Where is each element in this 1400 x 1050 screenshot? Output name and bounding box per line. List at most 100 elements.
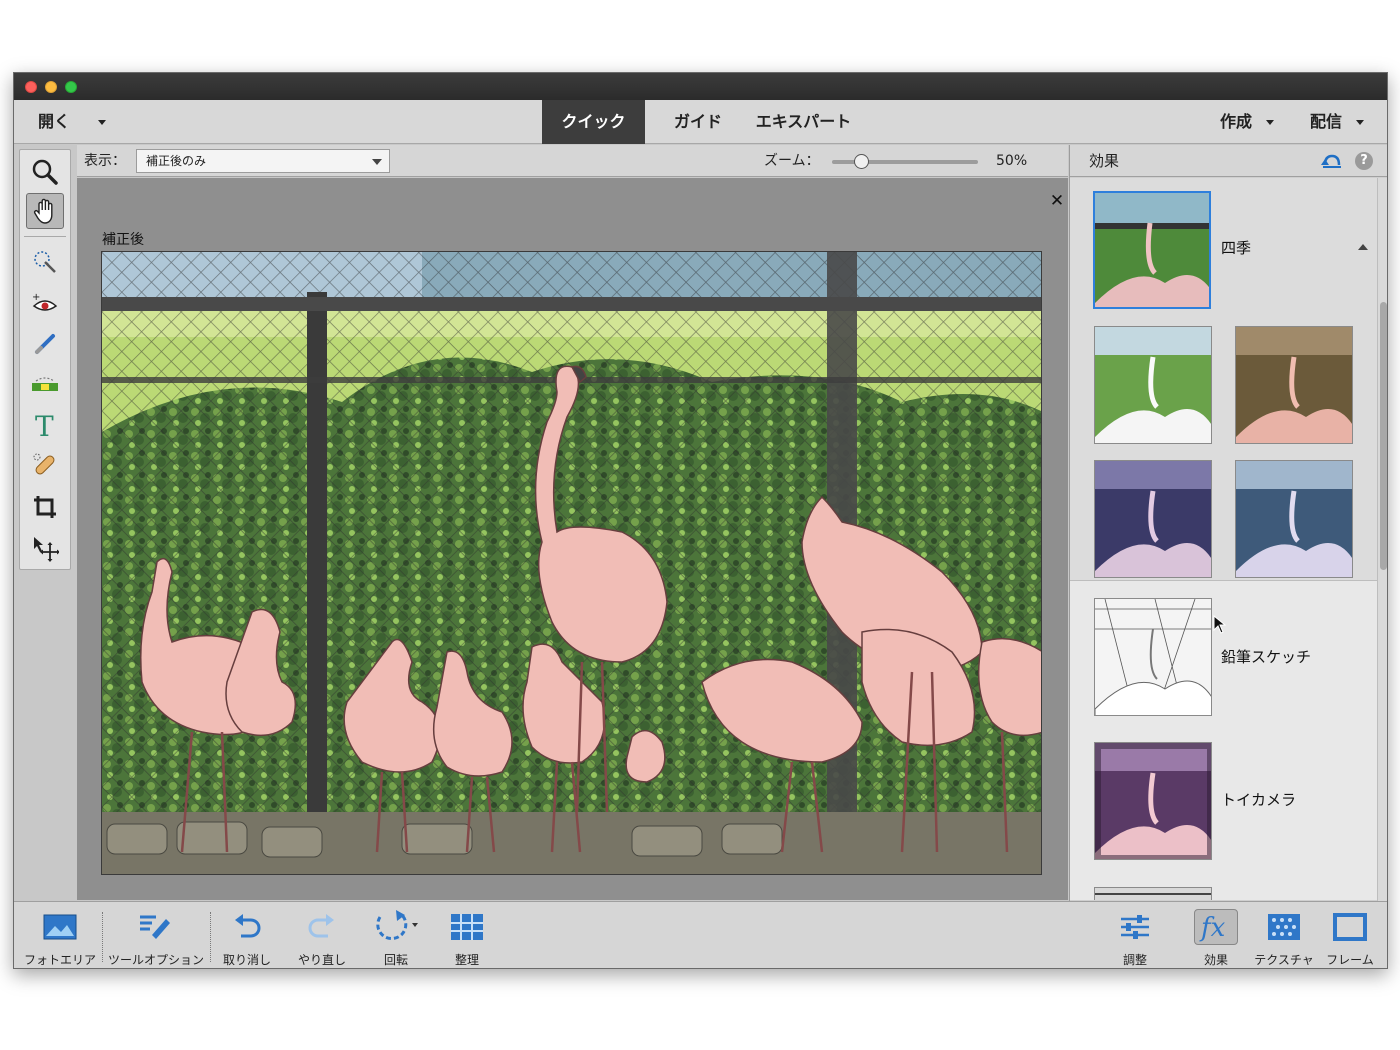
organize-button[interactable]: 整理 xyxy=(438,902,496,969)
rotate-icon xyxy=(372,909,420,945)
image-canvas: ✕ 補正後 xyxy=(77,178,1068,900)
effect-preview-image xyxy=(1236,461,1353,578)
app-window: 開く クイック ガイド エキスパート 作成 配信 + xyxy=(13,72,1388,969)
rotate-button[interactable]: 回転 xyxy=(364,902,428,969)
photo-bin-icon xyxy=(43,909,77,945)
title-bar xyxy=(14,73,1387,100)
photo-area-button[interactable]: フォトエリア xyxy=(18,902,102,969)
undo-button[interactable]: 取り消し xyxy=(214,902,280,969)
reset-icon[interactable] xyxy=(1321,153,1343,169)
share-menu-label: 配信 xyxy=(1310,112,1342,131)
textures-button[interactable]: テクスチャ xyxy=(1248,902,1320,969)
flamingo-sketch-image xyxy=(102,252,1042,875)
create-menu[interactable]: 作成 xyxy=(1220,100,1274,144)
effect-preview-image xyxy=(1095,193,1211,309)
view-label: 表示： xyxy=(84,145,126,177)
text-tool[interactable]: T xyxy=(26,407,64,443)
effect-group-seasons: 四季 xyxy=(1070,178,1378,580)
hand-tool[interactable] xyxy=(26,193,64,229)
collapse-chevron-icon[interactable] xyxy=(1358,244,1368,250)
effect-preview-image xyxy=(1236,327,1353,444)
effect-thumb-seasons-selected[interactable] xyxy=(1093,191,1211,309)
tab-guide[interactable]: ガイド xyxy=(658,100,738,144)
effect-name-pencil-sketch: 鉛筆スケッチ xyxy=(1221,646,1311,667)
effect-preview-image xyxy=(1095,327,1212,444)
sliders-icon xyxy=(1119,909,1151,945)
chevron-down-icon xyxy=(1356,120,1364,125)
organize-grid-icon xyxy=(450,909,484,945)
effects-scrollbar[interactable] xyxy=(1377,178,1388,901)
redo-icon xyxy=(306,909,338,945)
close-icon[interactable]: ✕ xyxy=(1048,192,1066,210)
after-view-label: 補正後 xyxy=(102,229,144,249)
redo-label: やり直し xyxy=(298,951,346,968)
chevron-down-icon xyxy=(372,159,382,165)
effects-button[interactable]: fx 効果 xyxy=(1190,902,1242,969)
effect-thumb-seasons-3[interactable] xyxy=(1094,460,1212,578)
frames-label: フレーム xyxy=(1326,951,1374,968)
move-tool[interactable] xyxy=(26,530,64,566)
spot-healing-tool[interactable] xyxy=(26,447,64,483)
magnifier-icon xyxy=(31,158,59,186)
open-menu[interactable]: 開く xyxy=(38,100,106,144)
rotate-label: 回転 xyxy=(384,951,408,968)
tab-quick[interactable]: クイック xyxy=(542,100,645,144)
chevron-down-icon xyxy=(98,120,106,125)
tool-divider xyxy=(24,236,66,237)
straighten-tool[interactable] xyxy=(26,367,64,403)
effects-panel-title: 効果 xyxy=(1089,145,1119,177)
whiten-teeth-tool[interactable] xyxy=(26,326,64,362)
zoom-tool[interactable] xyxy=(26,154,64,190)
minimize-window-button[interactable] xyxy=(45,81,57,93)
taskbar-divider xyxy=(210,912,211,962)
effect-preview-image xyxy=(1095,888,1212,900)
svg-text:+: + xyxy=(32,292,40,303)
redo-button[interactable]: やり直し xyxy=(289,902,355,969)
close-window-button[interactable] xyxy=(25,81,37,93)
share-menu[interactable]: 配信 xyxy=(1310,100,1364,144)
bottom-taskbar: フォトエリア ツールオプション 取り消し やり直し 回転 整理 調整 xyxy=(14,901,1387,969)
effect-group-others: 鉛筆スケッチ トイカメラ xyxy=(1070,580,1378,900)
effect-preview-image xyxy=(1095,599,1212,716)
organize-label: 整理 xyxy=(455,951,479,968)
texture-icon xyxy=(1267,909,1301,945)
type-icon: T xyxy=(32,411,58,439)
tool-options-label: ツールオプション xyxy=(108,951,204,968)
effect-name-seasons: 四季 xyxy=(1221,237,1251,258)
effects-label: 効果 xyxy=(1204,951,1228,968)
view-select-value: 補正後のみ xyxy=(146,154,206,168)
effects-list: 四季 鉛筆スケッチ xyxy=(1070,178,1378,900)
hand-icon xyxy=(32,197,58,225)
effect-thumb-seasons-2[interactable] xyxy=(1235,326,1353,444)
help-icon[interactable]: ? xyxy=(1355,152,1373,170)
photo-area-label: フォトエリア xyxy=(24,951,96,968)
zoom-window-button[interactable] xyxy=(65,81,77,93)
move-icon xyxy=(31,534,59,562)
svg-text:T: T xyxy=(35,411,54,439)
edited-photo[interactable] xyxy=(101,251,1042,875)
tool-options-button[interactable]: ツールオプション xyxy=(102,902,210,969)
quick-selection-tool[interactable] xyxy=(26,244,64,280)
effect-thumb-seasons-4[interactable] xyxy=(1235,460,1353,578)
effects-scrollbar-thumb[interactable] xyxy=(1380,302,1387,570)
effect-thumb-pencil-sketch[interactable] xyxy=(1094,598,1212,716)
menu-bar: 開く クイック ガイド エキスパート 作成 配信 xyxy=(14,100,1387,144)
frames-button[interactable]: フレーム xyxy=(1320,902,1380,969)
textures-label: テクスチャ xyxy=(1254,951,1314,968)
fx-icon: fx xyxy=(1194,909,1238,945)
level-icon xyxy=(30,375,60,395)
zoom-slider-handle[interactable] xyxy=(854,154,869,169)
crop-tool[interactable] xyxy=(26,489,64,525)
effects-panel-header: 効果 ? xyxy=(1070,145,1388,177)
red-eye-tool[interactable]: + xyxy=(26,286,64,322)
zoom-value: 50% xyxy=(996,145,1027,177)
mouse-cursor-icon xyxy=(1213,615,1227,635)
view-select[interactable]: 補正後のみ xyxy=(136,149,390,173)
effect-thumb-seasons-1[interactable] xyxy=(1094,326,1212,444)
brush-icon xyxy=(32,331,58,357)
effect-thumb-toy-camera[interactable] xyxy=(1094,742,1212,860)
effect-thumb-next[interactable] xyxy=(1094,887,1212,900)
tab-expert[interactable]: エキスパート xyxy=(746,100,861,144)
tool-options-icon xyxy=(138,909,174,945)
adjustments-button[interactable]: 調整 xyxy=(1107,902,1163,969)
